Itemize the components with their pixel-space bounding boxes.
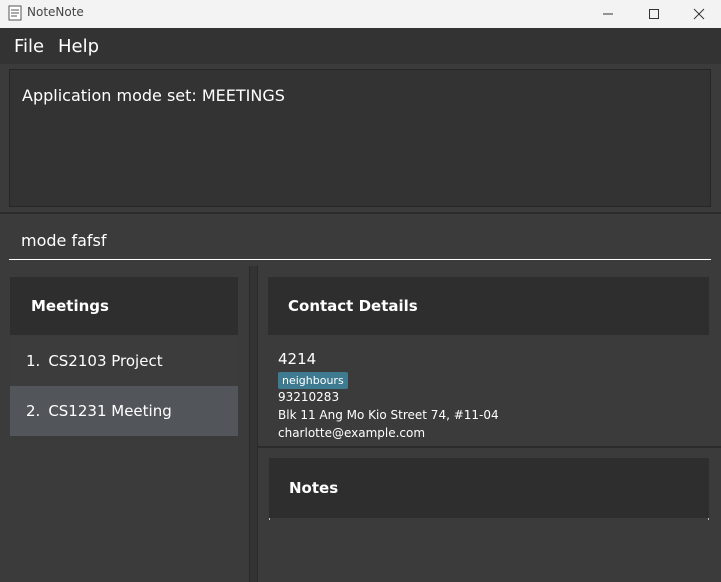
minimize-button[interactable] <box>585 0 631 28</box>
contact-details-header: Contact Details <box>268 277 709 335</box>
contact-phone: 93210283 <box>278 390 340 404</box>
maximize-icon <box>649 9 659 19</box>
contact-address: Blk 11 Ang Mo Kio Street 74, #11-04 <box>278 408 499 422</box>
close-button[interactable] <box>676 0 721 28</box>
maximize-button[interactable] <box>631 0 677 28</box>
command-input[interactable] <box>9 222 711 260</box>
notes-header: Notes <box>269 458 709 518</box>
menu-help[interactable]: Help <box>58 36 99 57</box>
meeting-list-item[interactable]: 1. CS2103 Project <box>10 336 238 386</box>
contact-tag: neighbours <box>278 372 348 389</box>
command-box <box>0 212 721 266</box>
details-pane: Contact Details 4214 neighbours 93210283… <box>258 266 721 582</box>
contact-email: charlotte@example.com <box>278 426 426 440</box>
result-display-area: Application mode set: MEETINGS <box>0 64 721 212</box>
result-text: Application mode set: MEETINGS <box>22 86 285 105</box>
notes-area[interactable] <box>269 518 709 520</box>
window-title: NoteNote <box>27 5 84 19</box>
meeting-index: 2. <box>26 402 41 420</box>
minimize-icon <box>603 13 613 15</box>
pane-divider[interactable] <box>249 266 258 582</box>
result-display[interactable]: Application mode set: MEETINGS <box>9 69 711 207</box>
meeting-index: 1. <box>26 352 41 370</box>
section-divider <box>258 446 721 448</box>
close-icon <box>693 8 705 20</box>
contact-details-card: 4214 neighbours 93210283 Blk 11 Ang Mo K… <box>268 336 709 446</box>
menu-file[interactable]: File <box>14 36 44 57</box>
title-bar: NoteNote <box>0 0 721 28</box>
app-icon <box>8 5 22 21</box>
main-area: Meetings 1. CS2103 Project 2. CS1231 Mee… <box>0 266 721 582</box>
meetings-pane: Meetings 1. CS2103 Project 2. CS1231 Mee… <box>0 266 249 582</box>
meeting-list-item-selected[interactable]: 2. CS1231 Meeting <box>10 386 238 436</box>
contact-name: 4214 <box>278 350 317 368</box>
meeting-title: CS1231 Meeting <box>48 402 172 420</box>
meetings-header: Meetings <box>10 277 238 335</box>
meeting-title: CS2103 Project <box>48 352 163 370</box>
menu-bar: File Help <box>0 28 721 64</box>
